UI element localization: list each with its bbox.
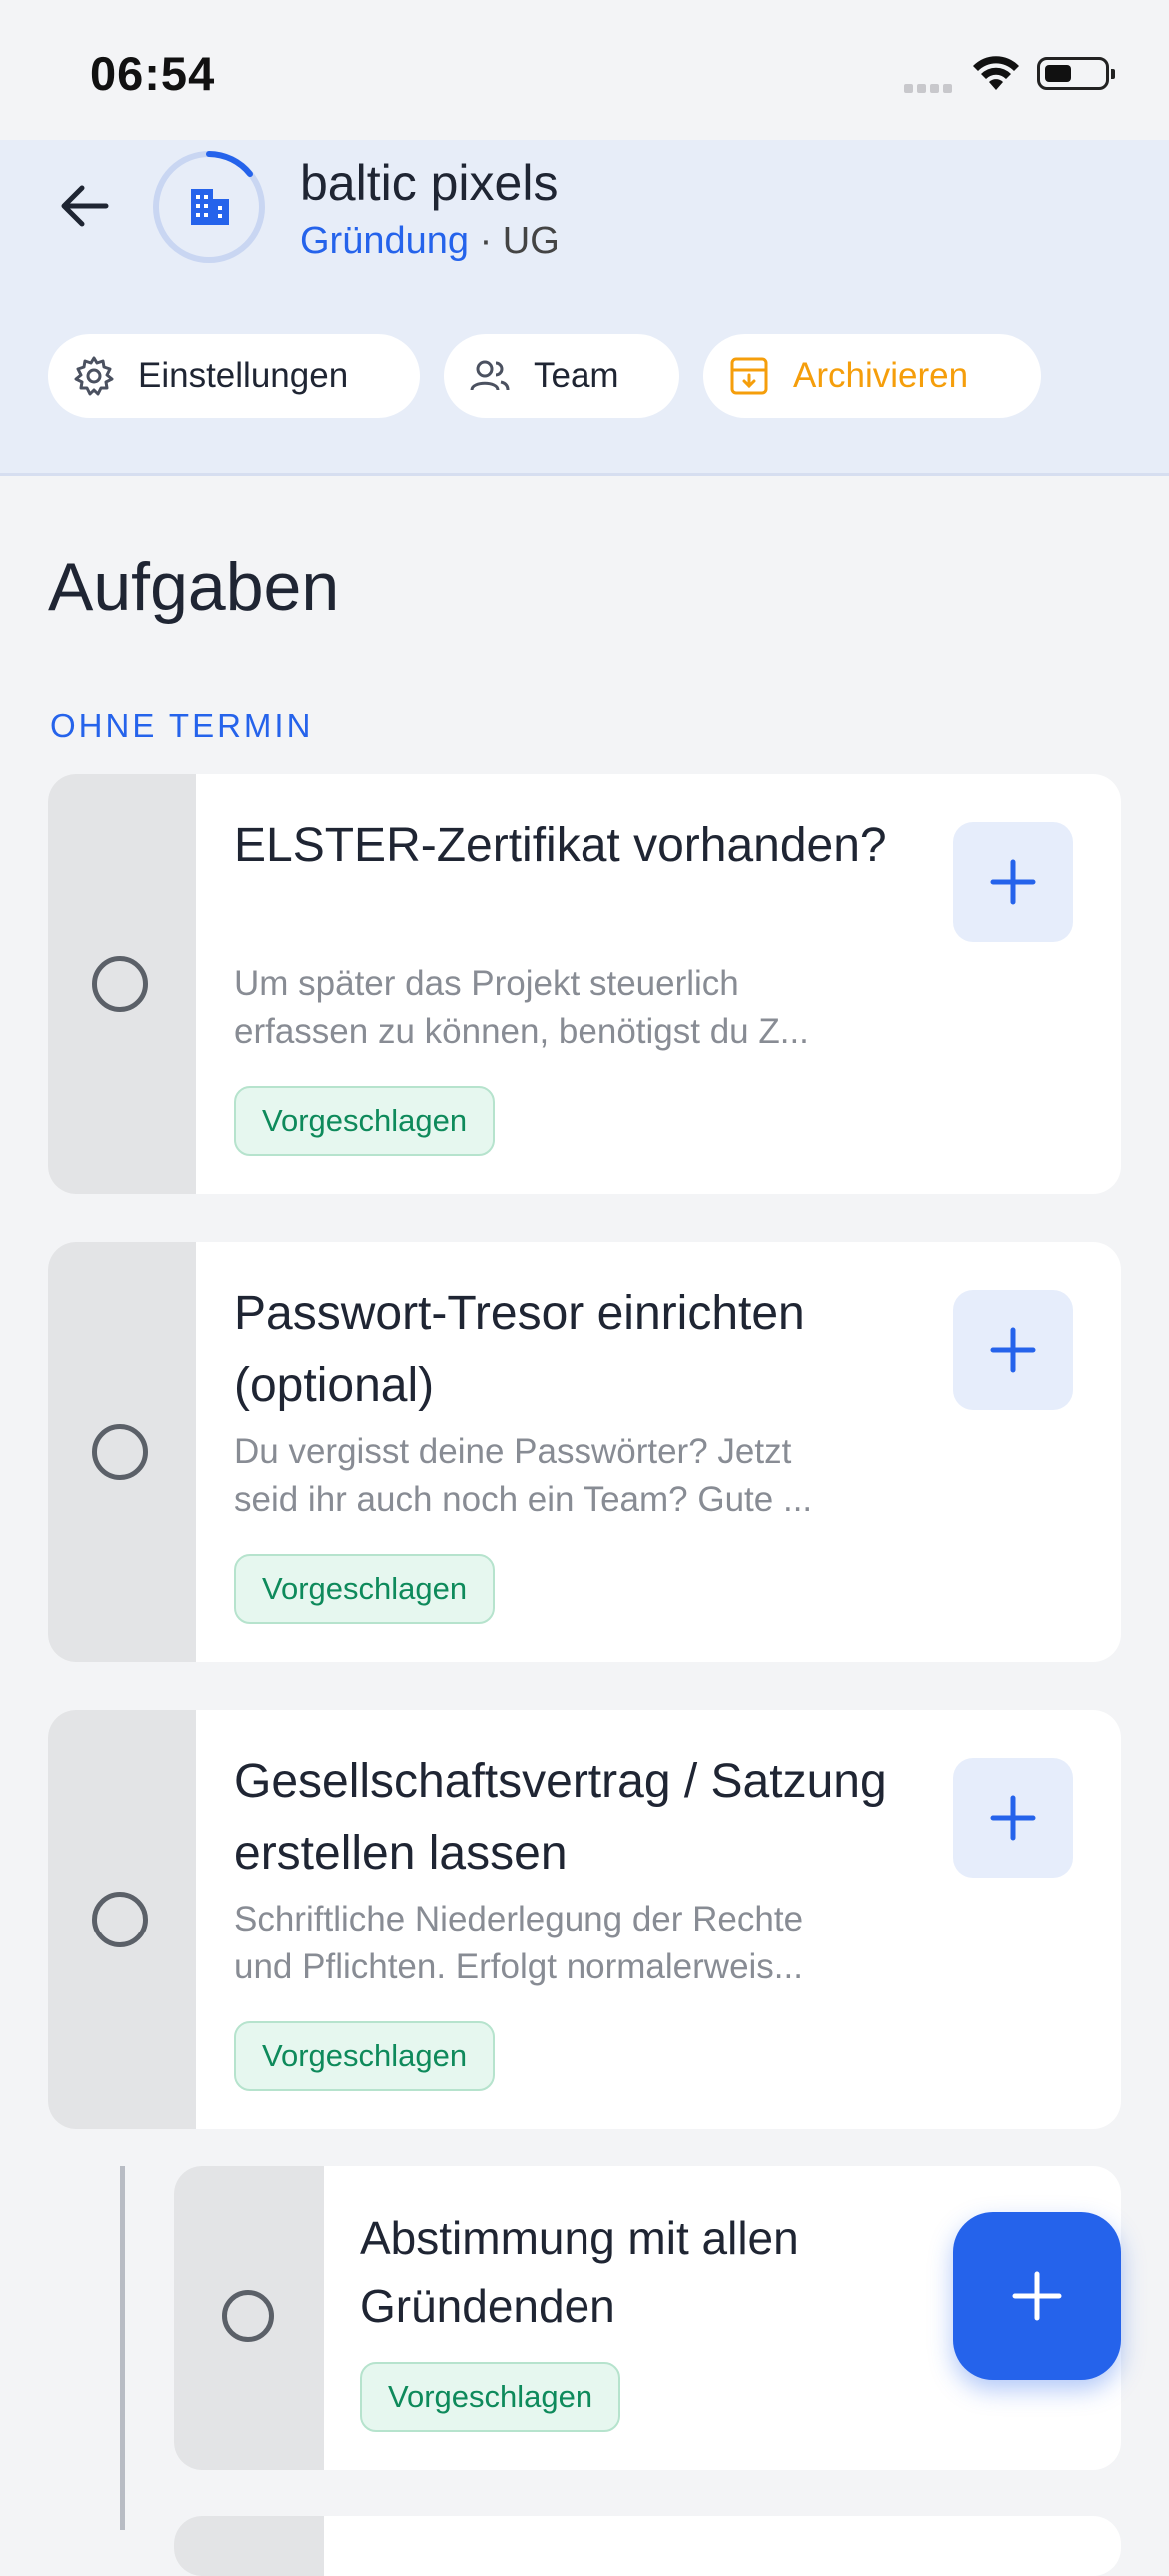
add-subtask-button[interactable] [953,1758,1073,1878]
subtitle-separator: · [469,220,503,262]
status-badge: Vorgeschlagen [234,1086,496,1156]
gear-icon [74,356,114,396]
task-checkbox[interactable] [92,1892,148,1947]
task-card[interactable]: ELSTER-Zertifikat vorhanden? Um später d… [48,774,1121,1194]
task-checkbox[interactable] [92,1424,148,1480]
status-time: 06:54 [90,47,216,100]
group-label: OHNE TERMIN [50,707,314,744]
page-title: Aufgaben [48,549,340,625]
settings-label: Einstellungen [138,356,349,395]
add-subtask-button[interactable] [953,1290,1073,1410]
task-checkbox[interactable] [222,2290,274,2342]
building-icon [153,151,265,263]
status-badge: Vorgeschlagen [234,2021,496,2091]
team-label: Team [534,356,619,395]
project-subtitle: Gründung · UG [300,220,560,263]
wifi-icon [973,56,1019,90]
add-subtask-button[interactable] [953,822,1073,942]
plus-icon [1012,2271,1062,2321]
status-badge: Vorgeschlagen [360,2362,621,2432]
plus-icon [990,1795,1036,1841]
archive-button[interactable]: Archivieren [703,334,1041,418]
task-description: Um später das Projekt steuerlich erfasse… [234,964,809,1051]
task-description: Schriftliche Niederlegung der Rechte und… [234,1900,804,1986]
task-card[interactable]: Gesellschaftsvertrag / Satzung erstellen… [48,1710,1121,2129]
settings-button[interactable]: Einstellungen [48,334,420,418]
status-bar: 06:54 [0,0,1169,140]
project-legal-form: UG [502,220,560,262]
subtask-thread-line [120,2166,125,2530]
signal-icon [904,80,960,93]
team-button[interactable]: Team [444,334,679,418]
status-badge: Vorgeschlagen [234,1554,496,1624]
archive-box-icon [730,357,768,395]
task-title: Abstimmung mit allen Gründenden [360,2212,799,2332]
task-card[interactable]: Passwort-Tresor einrichten (optional) Du… [48,1242,1121,1662]
arrow-left-icon[interactable] [56,178,112,234]
plus-icon [990,1327,1036,1373]
task-title: Gesellschaftsvertrag / Satzung erstellen… [234,1755,887,1880]
project-stage: Gründung [300,220,470,262]
add-task-fab[interactable] [953,2212,1121,2380]
archive-label: Archivieren [793,356,969,395]
task-title: ELSTER-Zertifikat vorhanden? [234,819,887,872]
project-name: baltic pixels [300,155,559,211]
task-checkbox[interactable] [92,956,148,1012]
people-icon [470,360,510,391]
battery-icon [1037,57,1115,90]
task-rail [174,2516,324,2576]
subtask-card[interactable] [174,2516,1121,2576]
task-title: Passwort-Tresor einrichten (optional) [234,1287,805,1412]
task-description: Du vergisst deine Passwörter? Jetzt seid… [234,1432,813,1519]
plus-icon [990,859,1036,905]
project-header: baltic pixels Gründung · UG Einstellunge… [0,140,1169,476]
